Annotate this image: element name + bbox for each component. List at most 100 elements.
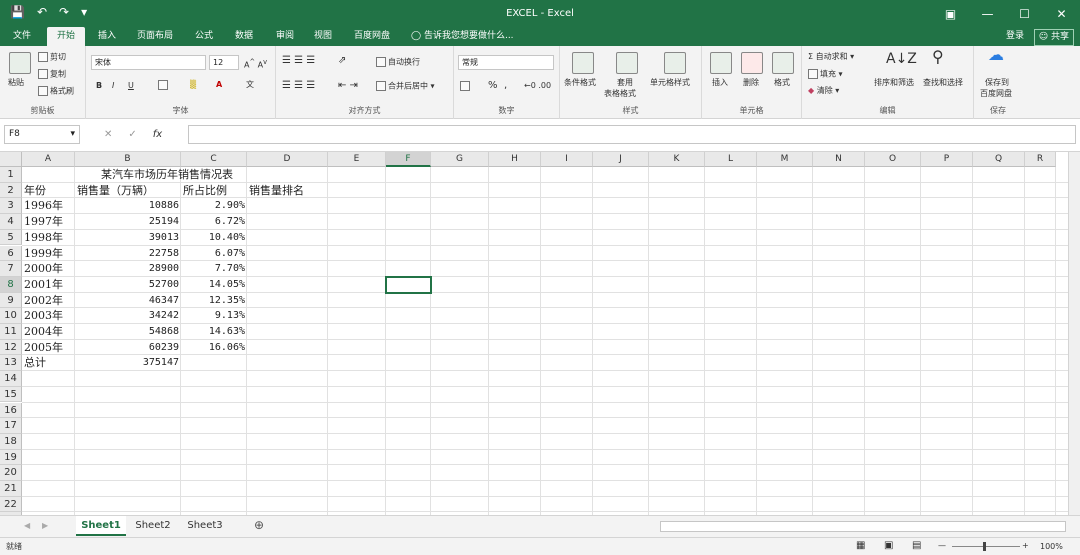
border-icon[interactable] [158, 80, 170, 91]
year-cell[interactable]: 1999年 [24, 246, 73, 261]
row-header-11[interactable]: 11 [0, 324, 22, 340]
sales-cell[interactable]: 54868 [77, 324, 179, 339]
zoom-in-icon[interactable]: + [1022, 541, 1029, 551]
insert-button[interactable]: 插入 [712, 78, 728, 88]
row-header-15[interactable]: 15 [0, 386, 22, 403]
year-cell[interactable]: 2000年 [24, 261, 73, 276]
ratio-cell[interactable]: 6.72% [183, 214, 245, 229]
formula-input[interactable] [188, 125, 1076, 144]
autosum-button[interactable]: Σ 自动求和 ▾ [808, 52, 854, 62]
format-table-button-line2[interactable]: 表格格式 [604, 89, 636, 99]
page-layout-view-icon[interactable]: ▣ [884, 541, 893, 551]
font-name-select[interactable]: 宋体 [91, 55, 206, 70]
ratio-cell[interactable]: 2.90% [183, 198, 245, 213]
share-button[interactable]: ☺ 共享 [1033, 29, 1074, 46]
orientation-icon[interactable]: ⇗ [338, 56, 346, 66]
row-header-17[interactable]: 17 [0, 418, 22, 434]
ratio-cell[interactable]: 7.70% [183, 261, 245, 276]
delete-icon[interactable] [741, 52, 763, 74]
tell-me-box[interactable]: ◯ 告诉我您想要做什么... [411, 27, 514, 46]
fill-color-icon[interactable]: ▒ [190, 80, 196, 90]
sales-cell[interactable]: 25194 [77, 214, 179, 229]
vertical-scrollbar[interactable] [1068, 152, 1080, 515]
row-header-6[interactable]: 6 [0, 245, 22, 262]
login-button[interactable]: 登录 [1006, 27, 1024, 46]
column-header-e[interactable]: E [328, 152, 386, 167]
year-cell[interactable]: 2001年 [24, 277, 73, 292]
tab-formulas[interactable]: 公式 [187, 27, 221, 46]
tab-file[interactable]: 文件 [6, 27, 38, 46]
column-header-l[interactable]: L [705, 152, 757, 167]
bold-button[interactable]: B [96, 81, 102, 91]
percent-button[interactable]: % [488, 81, 498, 91]
sheet-title-cell[interactable]: 某汽车市场历年销售情况表 [101, 167, 301, 182]
tab-baidu-netdisk[interactable]: 百度网盘 [347, 27, 397, 46]
ratio-cell[interactable]: 10.40% [183, 230, 245, 245]
format-icon[interactable] [772, 52, 794, 74]
clear-button[interactable]: ◆ 清除 ▾ [808, 86, 839, 96]
grow-font-icon[interactable]: A^ Av [244, 57, 267, 71]
year-cell[interactable]: 1997年 [24, 214, 73, 229]
search-icon[interactable]: ⚲ [932, 49, 944, 65]
column-header-p[interactable]: P [921, 152, 973, 167]
format-table-button[interactable]: 套用 [617, 78, 633, 88]
tab-insert[interactable]: 插入 [90, 27, 124, 46]
row-header-9[interactable]: 9 [0, 292, 22, 309]
sheet-tab-1[interactable]: Sheet1 [76, 516, 126, 536]
column-header-k[interactable]: K [649, 152, 705, 167]
fx-button[interactable]: fx [153, 129, 162, 140]
tab-review[interactable]: 审阅 [268, 27, 302, 46]
header-cell[interactable]: 所占比例 [183, 183, 245, 198]
column-header-d[interactable]: D [247, 152, 328, 167]
cut-button[interactable]: 剪切 [38, 52, 66, 63]
row-header-22[interactable]: 22 [0, 496, 22, 513]
paste-button[interactable]: 粘贴 [8, 78, 24, 88]
sales-cell[interactable]: 22758 [77, 246, 179, 261]
row-header-5[interactable]: 5 [0, 229, 22, 246]
column-header-n[interactable]: N [813, 152, 865, 167]
comma-button[interactable]: , [504, 81, 507, 91]
next-sheet-icon[interactable]: ▶ [42, 521, 48, 531]
year-cell[interactable]: 2003年 [24, 308, 73, 323]
tab-page-layout[interactable]: 页面布局 [132, 27, 178, 46]
year-cell[interactable]: 2002年 [24, 293, 73, 308]
close-button[interactable]: ✕ [1043, 0, 1080, 27]
spreadsheet-grid[interactable]: ABCDEFGHIJKLMNOPQR 1 2 3 4 5 6 7 8 9 10 11 12 13 14 15… [0, 152, 1080, 515]
currency-icon[interactable] [460, 81, 472, 92]
normal-view-icon[interactable]: ▦ [856, 541, 865, 551]
total-label-cell[interactable]: 总计 [24, 355, 73, 370]
add-sheet-icon[interactable]: ⊕ [254, 519, 264, 531]
ratio-cell[interactable]: 6.07% [183, 246, 245, 261]
row-header-20[interactable]: 20 [0, 465, 22, 481]
find-select-button[interactable]: 查找和选择 [923, 78, 963, 88]
delete-button[interactable]: 删除 [743, 78, 759, 88]
row-header-10[interactable]: 10 [0, 308, 22, 324]
column-header-a[interactable]: A [22, 152, 75, 167]
baidu-cloud-icon[interactable]: ☁ [988, 47, 1004, 63]
sales-cell[interactable]: 52700 [77, 277, 179, 292]
row-header-21[interactable]: 21 [0, 481, 22, 497]
column-header-m[interactable]: M [757, 152, 813, 167]
row-header-4[interactable]: 4 [0, 214, 22, 230]
row-header-12[interactable]: 12 [0, 339, 22, 356]
ratio-cell[interactable]: 12.35% [183, 293, 245, 308]
format-table-icon[interactable] [616, 52, 638, 74]
number-format-select[interactable]: 常规 [458, 55, 554, 70]
cell-styles-icon[interactable] [664, 52, 686, 74]
header-cell[interactable]: 年份 [24, 183, 73, 198]
row-header-16[interactable]: 16 [0, 402, 22, 419]
italic-button[interactable]: I [112, 81, 114, 91]
wrap-text-button[interactable]: 自动换行 [376, 57, 420, 68]
row-header-3[interactable]: 3 [0, 198, 22, 215]
horizontal-scrollbar[interactable] [660, 521, 1066, 532]
sales-cell[interactable]: 10886 [77, 198, 179, 213]
ratio-cell[interactable]: 14.05% [183, 277, 245, 292]
insert-icon[interactable] [710, 52, 732, 74]
column-header-g[interactable]: G [431, 152, 489, 167]
column-header-j[interactable]: J [593, 152, 649, 167]
column-header-o[interactable]: O [865, 152, 921, 167]
top-align-icon[interactable]: ☰ ☰ ☰ [282, 56, 315, 66]
zoom-slider-thumb[interactable] [983, 542, 986, 551]
merge-center-button[interactable]: 合并后居中 ▾ [376, 81, 435, 92]
format-button[interactable]: 格式 [774, 78, 790, 88]
